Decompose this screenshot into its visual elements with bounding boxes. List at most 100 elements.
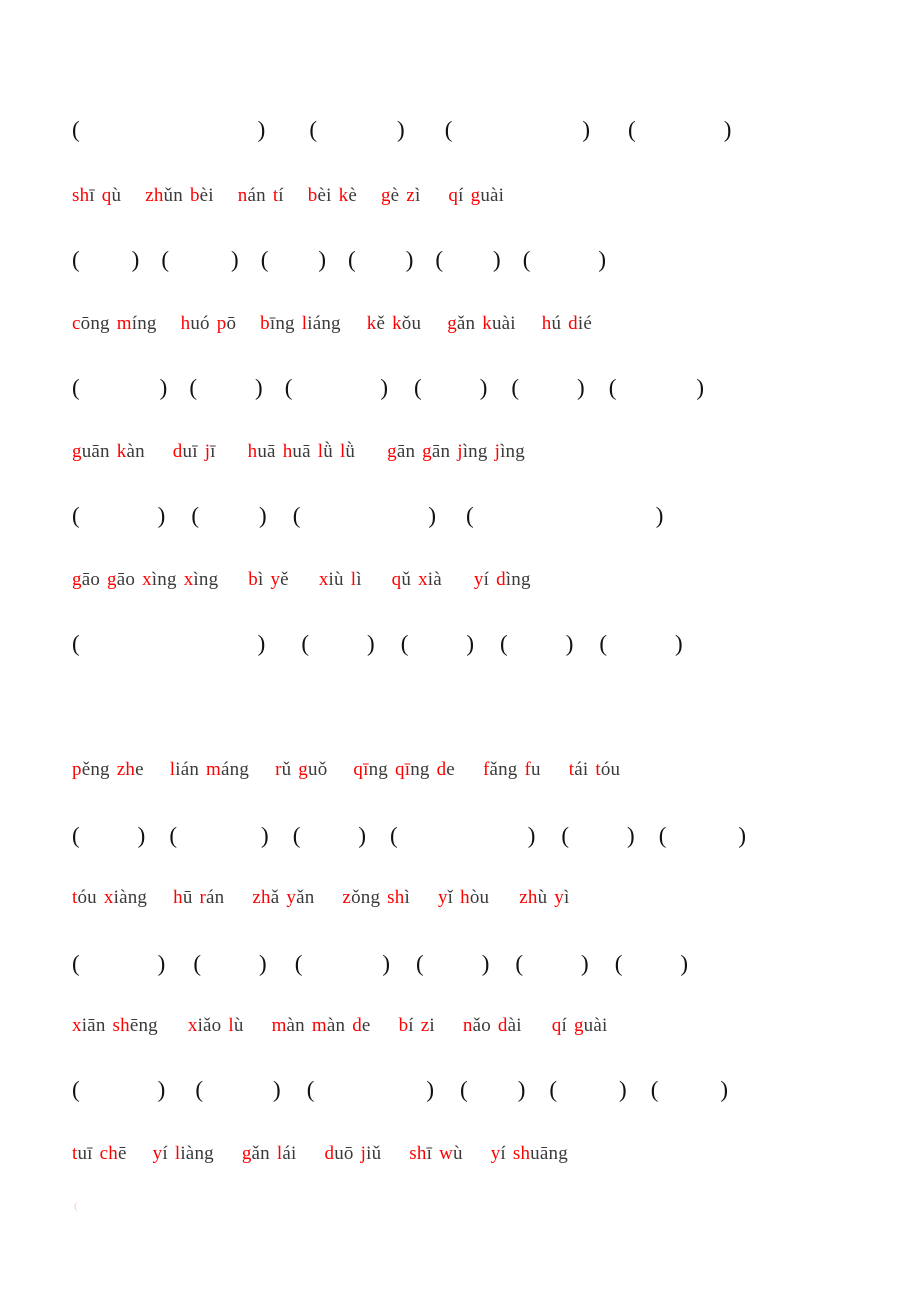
answer-blank[interactable]: (): [500, 632, 573, 655]
answer-blank[interactable]: (): [72, 824, 145, 847]
answer-blank[interactable]: (): [193, 952, 266, 975]
pinyin-word: guān kàn: [72, 442, 145, 461]
answer-blank[interactable]: (): [628, 118, 731, 141]
pinyin-word: qí guài: [552, 1016, 608, 1035]
answer-blank[interactable]: (): [72, 118, 265, 141]
open-paren: (: [284, 375, 293, 400]
pinyin-word: gǎn lái: [242, 1144, 297, 1163]
answer-blank[interactable]: (): [416, 952, 489, 975]
answer-blank[interactable]: (): [161, 248, 238, 271]
answer-blank[interactable]: (): [348, 248, 413, 271]
syllable-final: àn: [326, 1015, 346, 1036]
answer-blank[interactable]: (): [561, 824, 634, 847]
pinyin-syllable: yǐ: [438, 888, 453, 907]
syllable-final: ǜ: [345, 441, 356, 462]
answer-blank[interactable]: (): [191, 504, 266, 527]
answer-blank[interactable]: (): [309, 118, 404, 141]
syllable-initial: h: [541, 313, 552, 334]
answer-blank[interactable]: (): [511, 376, 584, 399]
syllable-initial: zh: [252, 887, 271, 908]
syllable-initial: g: [72, 441, 82, 462]
pinyin-word: cōng míng: [72, 314, 157, 333]
syllable-final: án: [206, 887, 225, 908]
pinyin-word: hū rán: [173, 888, 224, 907]
answer-blank[interactable]: (): [523, 248, 606, 271]
answer-blanks-row-7: () () () () () (): [0, 952, 920, 975]
answer-blank[interactable]: (): [414, 376, 487, 399]
answer-blanks-row-6: () () () () () (): [0, 824, 920, 847]
open-paren: (: [72, 503, 80, 528]
syllable-final: āo: [81, 569, 101, 590]
answer-blank[interactable]: (): [515, 952, 588, 975]
answer-blank[interactable]: (): [293, 824, 366, 847]
answer-blank[interactable]: (): [599, 632, 682, 655]
answer-blank[interactable]: (): [435, 248, 500, 271]
pinyin-syllable: gǎn: [447, 314, 475, 333]
syllable-final: ǐ: [447, 887, 454, 908]
syllable-initial: y: [286, 887, 297, 908]
open-paren: (: [628, 117, 636, 142]
answer-blank[interactable]: (): [72, 504, 165, 527]
pinyin-syllable: gān: [422, 442, 450, 461]
pinyin-syllable: xìng: [142, 570, 177, 589]
pinyin-syllable: huā: [248, 442, 276, 461]
answer-blank[interactable]: (): [301, 632, 374, 655]
pinyin-word: zhù yì: [519, 888, 569, 907]
syllable-initial: k: [116, 441, 127, 462]
syllable-final: ī: [89, 185, 95, 206]
pinyin-syllable: yí: [491, 1144, 506, 1163]
syllable-initial: h: [460, 887, 470, 908]
pinyin-word: kě kǒu: [367, 314, 421, 333]
pinyin-row-8: tuī chē yí liàng gǎn lái duō jiǔ shī wù yí shuāng: [0, 1144, 920, 1163]
close-paren: ): [257, 117, 266, 142]
answer-blank[interactable]: (): [72, 632, 265, 655]
answer-blanks-row-1: ()()()(): [0, 118, 920, 141]
answer-blank[interactable]: (): [609, 376, 704, 399]
pinyin-syllable: lǜ: [340, 442, 355, 461]
pinyin-syllable: jiǔ: [361, 1144, 382, 1163]
pinyin-syllable: tuī: [72, 1144, 93, 1163]
pinyin-syllable: yí: [474, 570, 489, 589]
pinyin-word: yí shuāng: [491, 1144, 568, 1163]
answer-blank[interactable]: (): [307, 1078, 434, 1101]
pinyin-syllable: zhǔn: [145, 186, 183, 205]
open-paren: (: [511, 375, 520, 400]
answer-blank[interactable]: (): [460, 1078, 525, 1101]
answer-blank[interactable]: (): [445, 118, 590, 141]
syllable-initial: k: [392, 313, 402, 334]
answer-blank[interactable]: (): [293, 504, 436, 527]
answer-blank[interactable]: (): [189, 376, 262, 399]
answer-blank[interactable]: (): [659, 824, 746, 847]
answer-blank[interactable]: (): [72, 376, 167, 399]
syllable-initial: g: [470, 185, 481, 206]
pinyin-syllable: qù: [102, 186, 121, 205]
answer-blank[interactable]: (): [261, 248, 326, 271]
pinyin-row-7: xiān shēng xiǎo lù màn màn de bí zi nǎo dài qí guài: [0, 1016, 920, 1035]
syllable-final: ái: [282, 1143, 297, 1164]
answer-blank[interactable]: (): [615, 952, 688, 975]
answer-blank[interactable]: (): [390, 824, 535, 847]
syllable-final: è: [390, 185, 400, 206]
answer-blank[interactable]: (): [72, 952, 165, 975]
answer-blank[interactable]: (): [72, 248, 139, 271]
pinyin-row-1: shī qù zhǔn bèi nán tí bèi kè gè zì qí guài: [0, 186, 920, 205]
close-paren: ): [380, 375, 389, 400]
pinyin-word: xiǎo lù: [188, 1016, 244, 1035]
pinyin-syllable: hū: [173, 888, 192, 907]
answer-blank[interactable]: (): [549, 1078, 626, 1101]
syllable-initial: zh: [116, 759, 136, 780]
answer-blank[interactable]: (): [466, 504, 663, 527]
syllable-final: uài: [480, 185, 505, 206]
answer-blank[interactable]: (): [195, 1078, 280, 1101]
answer-blank[interactable]: (): [295, 952, 390, 975]
syllable-final: ǒng: [351, 887, 381, 908]
answer-blank[interactable]: (): [651, 1078, 728, 1101]
answer-blank[interactable]: (): [285, 376, 388, 399]
pinyin-syllable: kàn: [117, 442, 145, 461]
pinyin-syllable: jī: [205, 442, 216, 461]
answer-blank[interactable]: (): [169, 824, 268, 847]
close-paren: ): [479, 375, 488, 400]
answer-blank[interactable]: (): [72, 1078, 165, 1101]
answer-blank[interactable]: (): [401, 632, 474, 655]
syllable-initial: g: [241, 1143, 252, 1164]
